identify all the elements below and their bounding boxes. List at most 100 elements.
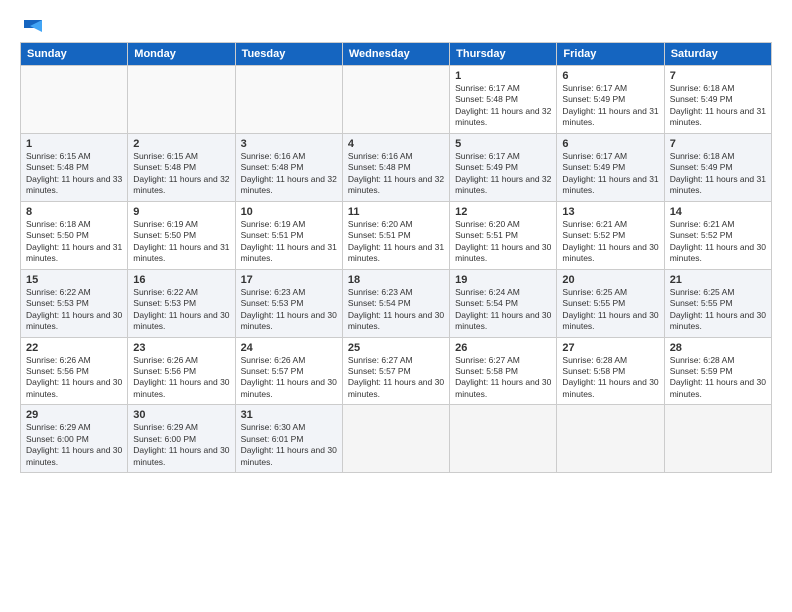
day-info: Sunrise: 6:25 AMSunset: 5:55 PMDaylight:… bbox=[562, 287, 658, 333]
calendar-cell: 13 Sunrise: 6:21 AMSunset: 5:52 PMDaylig… bbox=[557, 201, 664, 269]
calendar-cell: 6 Sunrise: 6:17 AMSunset: 5:49 PMDayligh… bbox=[557, 133, 664, 201]
col-header-tuesday: Tuesday bbox=[235, 43, 342, 66]
calendar-cell: 9 Sunrise: 6:19 AMSunset: 5:50 PMDayligh… bbox=[128, 201, 235, 269]
calendar-cell: 23 Sunrise: 6:26 AMSunset: 5:56 PMDaylig… bbox=[128, 337, 235, 405]
col-header-thursday: Thursday bbox=[450, 43, 557, 66]
calendar-cell: 1 Sunrise: 6:15 AMSunset: 5:48 PMDayligh… bbox=[21, 133, 128, 201]
day-info: Sunrise: 6:29 AMSunset: 6:00 PMDaylight:… bbox=[133, 422, 229, 468]
day-info: Sunrise: 6:18 AMSunset: 5:49 PMDaylight:… bbox=[670, 83, 766, 129]
calendar-cell bbox=[664, 405, 771, 473]
col-header-saturday: Saturday bbox=[664, 43, 771, 66]
day-info: Sunrise: 6:15 AMSunset: 5:48 PMDaylight:… bbox=[26, 151, 122, 197]
day-number: 28 bbox=[670, 342, 766, 354]
day-number: 3 bbox=[241, 138, 337, 150]
day-info: Sunrise: 6:17 AMSunset: 5:48 PMDaylight:… bbox=[455, 83, 551, 129]
day-info: Sunrise: 6:18 AMSunset: 5:49 PMDaylight:… bbox=[670, 151, 766, 197]
page: SundayMondayTuesdayWednesdayThursdayFrid… bbox=[0, 0, 792, 612]
day-info: Sunrise: 6:16 AMSunset: 5:48 PMDaylight:… bbox=[348, 151, 444, 197]
day-info: Sunrise: 6:24 AMSunset: 5:54 PMDaylight:… bbox=[455, 287, 551, 333]
day-number: 30 bbox=[133, 409, 229, 421]
calendar-cell: 8 Sunrise: 6:18 AMSunset: 5:50 PMDayligh… bbox=[21, 201, 128, 269]
calendar-cell: 20 Sunrise: 6:25 AMSunset: 5:55 PMDaylig… bbox=[557, 269, 664, 337]
day-info: Sunrise: 6:26 AMSunset: 5:56 PMDaylight:… bbox=[26, 355, 122, 401]
calendar-cell: 31 Sunrise: 6:30 AMSunset: 6:01 PMDaylig… bbox=[235, 405, 342, 473]
day-number: 24 bbox=[241, 342, 337, 354]
calendar-cell: 17 Sunrise: 6:23 AMSunset: 5:53 PMDaylig… bbox=[235, 269, 342, 337]
calendar-cell: 7 Sunrise: 6:18 AMSunset: 5:49 PMDayligh… bbox=[664, 133, 771, 201]
day-number: 7 bbox=[670, 70, 766, 82]
day-number: 31 bbox=[241, 409, 337, 421]
day-number: 20 bbox=[562, 274, 658, 286]
day-number: 27 bbox=[562, 342, 658, 354]
day-info: Sunrise: 6:17 AMSunset: 5:49 PMDaylight:… bbox=[562, 83, 658, 129]
calendar-cell: 24 Sunrise: 6:26 AMSunset: 5:57 PMDaylig… bbox=[235, 337, 342, 405]
calendar-cell bbox=[235, 66, 342, 134]
calendar-cell: 27 Sunrise: 6:28 AMSunset: 5:58 PMDaylig… bbox=[557, 337, 664, 405]
day-info: Sunrise: 6:25 AMSunset: 5:55 PMDaylight:… bbox=[670, 287, 766, 333]
day-number: 26 bbox=[455, 342, 551, 354]
day-info: Sunrise: 6:23 AMSunset: 5:54 PMDaylight:… bbox=[348, 287, 444, 333]
day-number: 10 bbox=[241, 206, 337, 218]
day-number: 15 bbox=[26, 274, 122, 286]
calendar-cell: 28 Sunrise: 6:28 AMSunset: 5:59 PMDaylig… bbox=[664, 337, 771, 405]
day-info: Sunrise: 6:15 AMSunset: 5:48 PMDaylight:… bbox=[133, 151, 229, 197]
day-number: 18 bbox=[348, 274, 444, 286]
calendar-cell bbox=[342, 66, 449, 134]
calendar-cell bbox=[557, 405, 664, 473]
day-number: 1 bbox=[455, 70, 551, 82]
calendar-cell: 2 Sunrise: 6:15 AMSunset: 5:48 PMDayligh… bbox=[128, 133, 235, 201]
day-info: Sunrise: 6:22 AMSunset: 5:53 PMDaylight:… bbox=[26, 287, 122, 333]
calendar-cell: 30 Sunrise: 6:29 AMSunset: 6:00 PMDaylig… bbox=[128, 405, 235, 473]
day-number: 25 bbox=[348, 342, 444, 354]
calendar-cell bbox=[128, 66, 235, 134]
day-info: Sunrise: 6:27 AMSunset: 5:58 PMDaylight:… bbox=[455, 355, 551, 401]
calendar-cell: 22 Sunrise: 6:26 AMSunset: 5:56 PMDaylig… bbox=[21, 337, 128, 405]
calendar-cell: 19 Sunrise: 6:24 AMSunset: 5:54 PMDaylig… bbox=[450, 269, 557, 337]
day-number: 6 bbox=[562, 70, 658, 82]
calendar-cell: 6 Sunrise: 6:17 AMSunset: 5:49 PMDayligh… bbox=[557, 66, 664, 134]
day-number: 21 bbox=[670, 274, 766, 286]
calendar-cell: 4 Sunrise: 6:16 AMSunset: 5:48 PMDayligh… bbox=[342, 133, 449, 201]
day-info: Sunrise: 6:21 AMSunset: 5:52 PMDaylight:… bbox=[562, 219, 658, 265]
day-info: Sunrise: 6:23 AMSunset: 5:53 PMDaylight:… bbox=[241, 287, 337, 333]
col-header-monday: Monday bbox=[128, 43, 235, 66]
day-info: Sunrise: 6:22 AMSunset: 5:53 PMDaylight:… bbox=[133, 287, 229, 333]
col-header-sunday: Sunday bbox=[21, 43, 128, 66]
calendar-cell: 7 Sunrise: 6:18 AMSunset: 5:49 PMDayligh… bbox=[664, 66, 771, 134]
day-info: Sunrise: 6:26 AMSunset: 5:57 PMDaylight:… bbox=[241, 355, 337, 401]
calendar-cell: 29 Sunrise: 6:29 AMSunset: 6:00 PMDaylig… bbox=[21, 405, 128, 473]
day-number: 13 bbox=[562, 206, 658, 218]
calendar-cell: 14 Sunrise: 6:21 AMSunset: 5:52 PMDaylig… bbox=[664, 201, 771, 269]
day-info: Sunrise: 6:19 AMSunset: 5:51 PMDaylight:… bbox=[241, 219, 337, 265]
day-info: Sunrise: 6:19 AMSunset: 5:50 PMDaylight:… bbox=[133, 219, 229, 265]
header bbox=[20, 18, 772, 32]
day-number: 23 bbox=[133, 342, 229, 354]
day-number: 2 bbox=[133, 138, 229, 150]
logo-flag-icon bbox=[22, 18, 44, 36]
logo bbox=[20, 18, 44, 32]
day-info: Sunrise: 6:17 AMSunset: 5:49 PMDaylight:… bbox=[455, 151, 551, 197]
day-number: 9 bbox=[133, 206, 229, 218]
day-number: 4 bbox=[348, 138, 444, 150]
day-info: Sunrise: 6:28 AMSunset: 5:59 PMDaylight:… bbox=[670, 355, 766, 401]
calendar-cell: 5 Sunrise: 6:17 AMSunset: 5:49 PMDayligh… bbox=[450, 133, 557, 201]
day-number: 17 bbox=[241, 274, 337, 286]
calendar-cell: 26 Sunrise: 6:27 AMSunset: 5:58 PMDaylig… bbox=[450, 337, 557, 405]
day-info: Sunrise: 6:21 AMSunset: 5:52 PMDaylight:… bbox=[670, 219, 766, 265]
day-info: Sunrise: 6:28 AMSunset: 5:58 PMDaylight:… bbox=[562, 355, 658, 401]
calendar-cell: 11 Sunrise: 6:20 AMSunset: 5:51 PMDaylig… bbox=[342, 201, 449, 269]
calendar-cell: 3 Sunrise: 6:16 AMSunset: 5:48 PMDayligh… bbox=[235, 133, 342, 201]
day-number: 19 bbox=[455, 274, 551, 286]
day-number: 12 bbox=[455, 206, 551, 218]
day-number: 5 bbox=[455, 138, 551, 150]
day-info: Sunrise: 6:20 AMSunset: 5:51 PMDaylight:… bbox=[348, 219, 444, 265]
calendar-table: SundayMondayTuesdayWednesdayThursdayFrid… bbox=[20, 42, 772, 473]
day-number: 14 bbox=[670, 206, 766, 218]
calendar-cell bbox=[21, 66, 128, 134]
day-info: Sunrise: 6:30 AMSunset: 6:01 PMDaylight:… bbox=[241, 422, 337, 468]
calendar-cell: 16 Sunrise: 6:22 AMSunset: 5:53 PMDaylig… bbox=[128, 269, 235, 337]
day-number: 22 bbox=[26, 342, 122, 354]
col-header-wednesday: Wednesday bbox=[342, 43, 449, 66]
day-number: 16 bbox=[133, 274, 229, 286]
day-number: 7 bbox=[670, 138, 766, 150]
